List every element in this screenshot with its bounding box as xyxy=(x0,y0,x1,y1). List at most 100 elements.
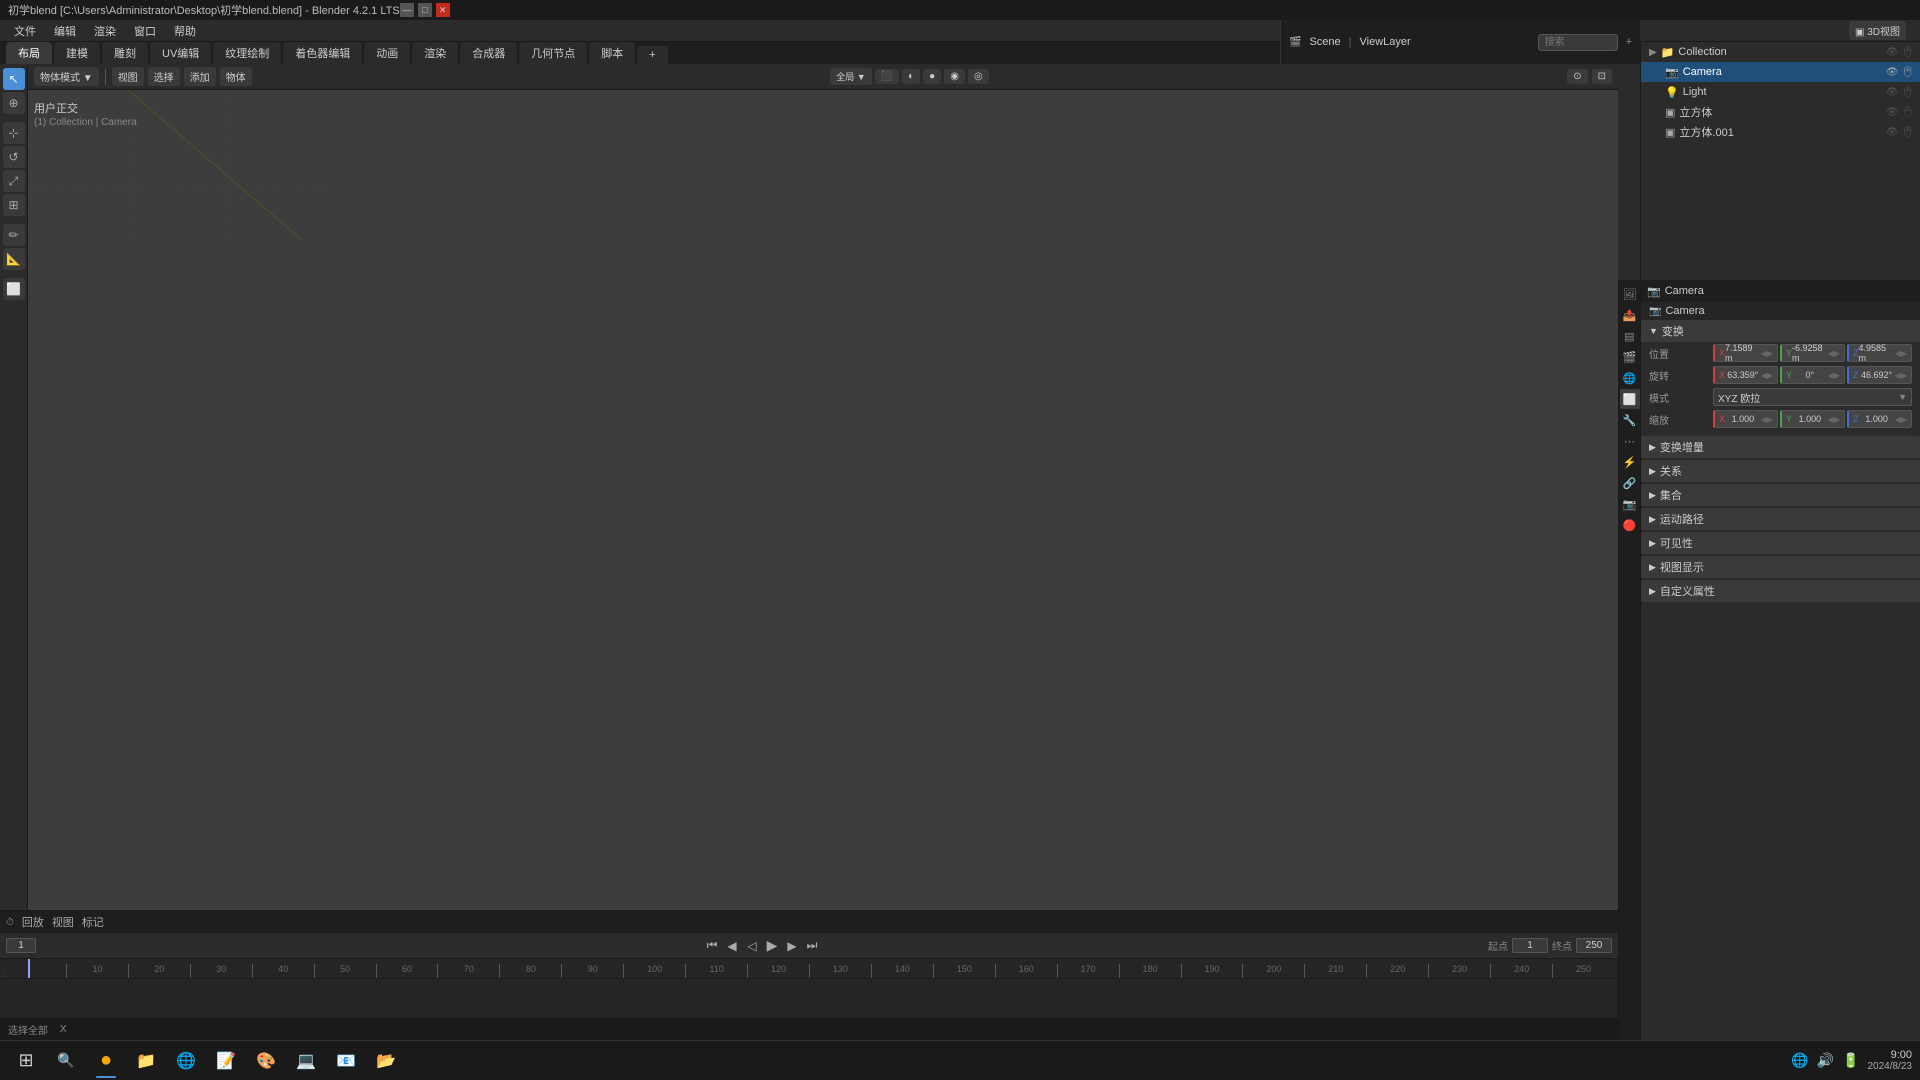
tab-layout[interactable]: 布局 xyxy=(6,42,52,64)
prop-output-icon[interactable]: 📤 xyxy=(1620,305,1640,325)
viewport-select-menu[interactable]: 选择 xyxy=(148,67,180,86)
tab-modeling[interactable]: 建模 xyxy=(54,42,100,64)
collections-header[interactable]: ▶ 集合 xyxy=(1641,484,1920,506)
viewport-shading-rendered[interactable]: ● xyxy=(923,69,941,84)
jump-to-end-button[interactable]: ⏭ xyxy=(803,937,821,955)
scale-x[interactable]: X 1.000 ◀▶ xyxy=(1713,410,1778,428)
outliner-item-light[interactable]: 💡 Light 👁 🖱 xyxy=(1641,82,1920,102)
jump-to-start-button[interactable]: ⏮ xyxy=(703,937,721,955)
taskbar-notepad[interactable]: 📝 xyxy=(208,1044,244,1078)
frame-current-input[interactable]: 1 xyxy=(6,938,36,953)
menu-help[interactable]: 帮助 xyxy=(166,21,204,41)
transform-tool-button[interactable]: ⊞ xyxy=(3,194,25,216)
prop-material-icon[interactable]: 🔴 xyxy=(1620,515,1640,535)
prop-scene-icon[interactable]: 🎬 xyxy=(1620,347,1640,367)
menu-render[interactable]: 渲染 xyxy=(86,21,124,41)
snap-button[interactable]: ⊡ xyxy=(1592,69,1612,84)
tab-compositing[interactable]: 合成器 xyxy=(460,42,517,64)
tab-scripting[interactable]: 脚本 xyxy=(589,42,635,64)
delta-transform-header[interactable]: ▶ 变换增量 xyxy=(1641,436,1920,458)
rotation-z[interactable]: Z 46.692° ◀▶ xyxy=(1847,366,1912,384)
start-button[interactable]: ⊞ xyxy=(8,1043,44,1079)
jump-forward-button[interactable]: ▶ xyxy=(783,937,801,955)
end-frame-input[interactable]: 250 xyxy=(1576,938,1612,953)
prop-modifier-icon[interactable]: 🔧 xyxy=(1620,410,1640,430)
select-tool-button[interactable]: ↖ xyxy=(3,68,25,90)
scene-search-input[interactable] xyxy=(1538,34,1618,51)
close-button[interactable]: ✕ xyxy=(436,3,450,17)
viewport-display-header[interactable]: ▶ 视图显示 xyxy=(1641,556,1920,578)
overlay-toggle[interactable]: ◉ xyxy=(944,69,965,84)
taskbar-search[interactable]: 🔍 xyxy=(48,1043,84,1079)
tab-add[interactable]: + xyxy=(637,46,667,64)
prop-physics-icon[interactable]: ⚡ xyxy=(1620,452,1640,472)
timeline-markers-menu[interactable]: 标记 xyxy=(82,914,104,930)
editor-type-button[interactable]: ▣ 3D视图 xyxy=(1849,21,1906,40)
scale-tool-button[interactable]: ⤢ xyxy=(3,170,25,192)
rotation-x[interactable]: X 63.359° ◀▶ xyxy=(1713,366,1778,384)
taskbar-paint[interactable]: 🎨 xyxy=(248,1044,284,1078)
prop-object-icon[interactable]: ⬜ xyxy=(1620,389,1640,409)
maximize-button[interactable]: □ xyxy=(418,3,432,17)
cursor-tool-button[interactable]: ⊕ xyxy=(3,92,25,114)
outliner-item-cube-001[interactable]: ▣ 立方体.001 👁 🖱 xyxy=(1641,122,1920,142)
tab-texture-paint[interactable]: 纹理绘制 xyxy=(213,42,281,64)
motion-paths-header[interactable]: ▶ 运动路径 xyxy=(1641,508,1920,530)
taskbar-mail[interactable]: 📧 xyxy=(328,1044,364,1078)
location-y[interactable]: Y -6.9258 m ◀▶ xyxy=(1780,344,1845,362)
relations-header[interactable]: ▶ 关系 xyxy=(1641,460,1920,482)
tab-geometry[interactable]: 几何节点 xyxy=(519,42,587,64)
global-local-toggle[interactable]: 全局 ▼ xyxy=(830,68,871,85)
prop-world-icon[interactable]: 🌐 xyxy=(1620,368,1640,388)
rotation-y[interactable]: Y 0° ◀▶ xyxy=(1780,366,1845,384)
taskbar-blender[interactable]: ● xyxy=(88,1044,124,1078)
taskbar-terminal[interactable]: 💻 xyxy=(288,1044,324,1078)
tab-sculpting[interactable]: 雕刻 xyxy=(102,42,148,64)
minimize-button[interactable]: — xyxy=(400,3,414,17)
play-button[interactable]: ▶ xyxy=(763,937,781,955)
viewport-mode-button[interactable]: 物体模式 ▼ xyxy=(34,67,99,86)
location-x[interactable]: X 7.1589 m ◀▶ xyxy=(1713,344,1778,362)
menu-window[interactable]: 窗口 xyxy=(126,21,164,41)
start-frame-input[interactable]: 1 xyxy=(1512,938,1548,953)
menu-edit[interactable]: 编辑 xyxy=(46,21,84,41)
scale-y[interactable]: Y 1.000 ◀▶ xyxy=(1780,410,1845,428)
taskbar-files[interactable]: 📂 xyxy=(368,1044,404,1078)
prop-view-icon[interactable]: ▤ xyxy=(1620,326,1640,346)
measure-tool-button[interactable]: 📐 xyxy=(3,248,25,270)
play-reverse-button[interactable]: ◁ xyxy=(743,937,761,955)
prop-data-icon[interactable]: 📷 xyxy=(1620,494,1640,514)
3d-viewport[interactable]: 物体模式 ▼ 视图 选择 添加 物体 全局 ▼ ⬛ ◐ ● ◉ ◎ ⊙ ⊡ xyxy=(28,64,1618,910)
viewport-object-menu[interactable]: 物体 xyxy=(220,67,252,86)
tab-shader[interactable]: 着色器编辑 xyxy=(283,42,362,64)
jump-back-button[interactable]: ◀ xyxy=(723,937,741,955)
tab-uv[interactable]: UV编辑 xyxy=(150,42,211,64)
visibility-header[interactable]: ▶ 可见性 xyxy=(1641,532,1920,554)
add-cube-button[interactable]: ⬜ xyxy=(3,278,25,300)
proportional-edit-button[interactable]: ⊙ xyxy=(1567,69,1587,84)
viewport-shading-solid[interactable]: ⬛ xyxy=(875,69,899,84)
rotation-mode-select[interactable]: XYZ 欧拉 ▼ xyxy=(1713,388,1912,406)
annotate-tool-button[interactable]: ✏ xyxy=(3,224,25,246)
outliner-item-cube[interactable]: ▣ 立方体 👁 🖱 xyxy=(1641,102,1920,122)
menu-file[interactable]: 文件 xyxy=(6,21,44,41)
prop-render-icon[interactable]: 🖼 xyxy=(1620,284,1640,304)
move-tool-button[interactable]: ⊹ xyxy=(3,122,25,144)
viewport-view-menu[interactable]: 视图 xyxy=(112,67,144,86)
scale-z[interactable]: Z 1.000 ◀▶ xyxy=(1847,410,1912,428)
tab-render[interactable]: 渲染 xyxy=(412,42,458,64)
viewport-shading-material[interactable]: ◐ xyxy=(902,69,920,84)
timeline-playback-menu[interactable]: 回放 xyxy=(22,914,44,930)
prop-constraint-icon[interactable]: 🔗 xyxy=(1620,473,1640,493)
prop-particles-icon[interactable]: ⋯ xyxy=(1620,431,1640,451)
taskbar-explorer[interactable]: 📁 xyxy=(128,1044,164,1078)
tab-animation[interactable]: 动画 xyxy=(364,42,410,64)
rotate-tool-button[interactable]: ↺ xyxy=(3,146,25,168)
transform-section-header[interactable]: ▼ 变换 xyxy=(1641,320,1920,342)
xray-toggle[interactable]: ◎ xyxy=(968,69,989,84)
taskbar-browser[interactable]: 🌐 xyxy=(168,1044,204,1078)
custom-props-header[interactable]: ▶ 自定义属性 xyxy=(1641,580,1920,602)
outliner-item-camera[interactable]: 📷 Camera 👁 🖱 xyxy=(1641,62,1920,82)
timeline-view-menu[interactable]: 视图 xyxy=(52,914,74,930)
outliner-item-collection[interactable]: ▶ 📁 Collection 👁 🖱 xyxy=(1641,42,1920,62)
